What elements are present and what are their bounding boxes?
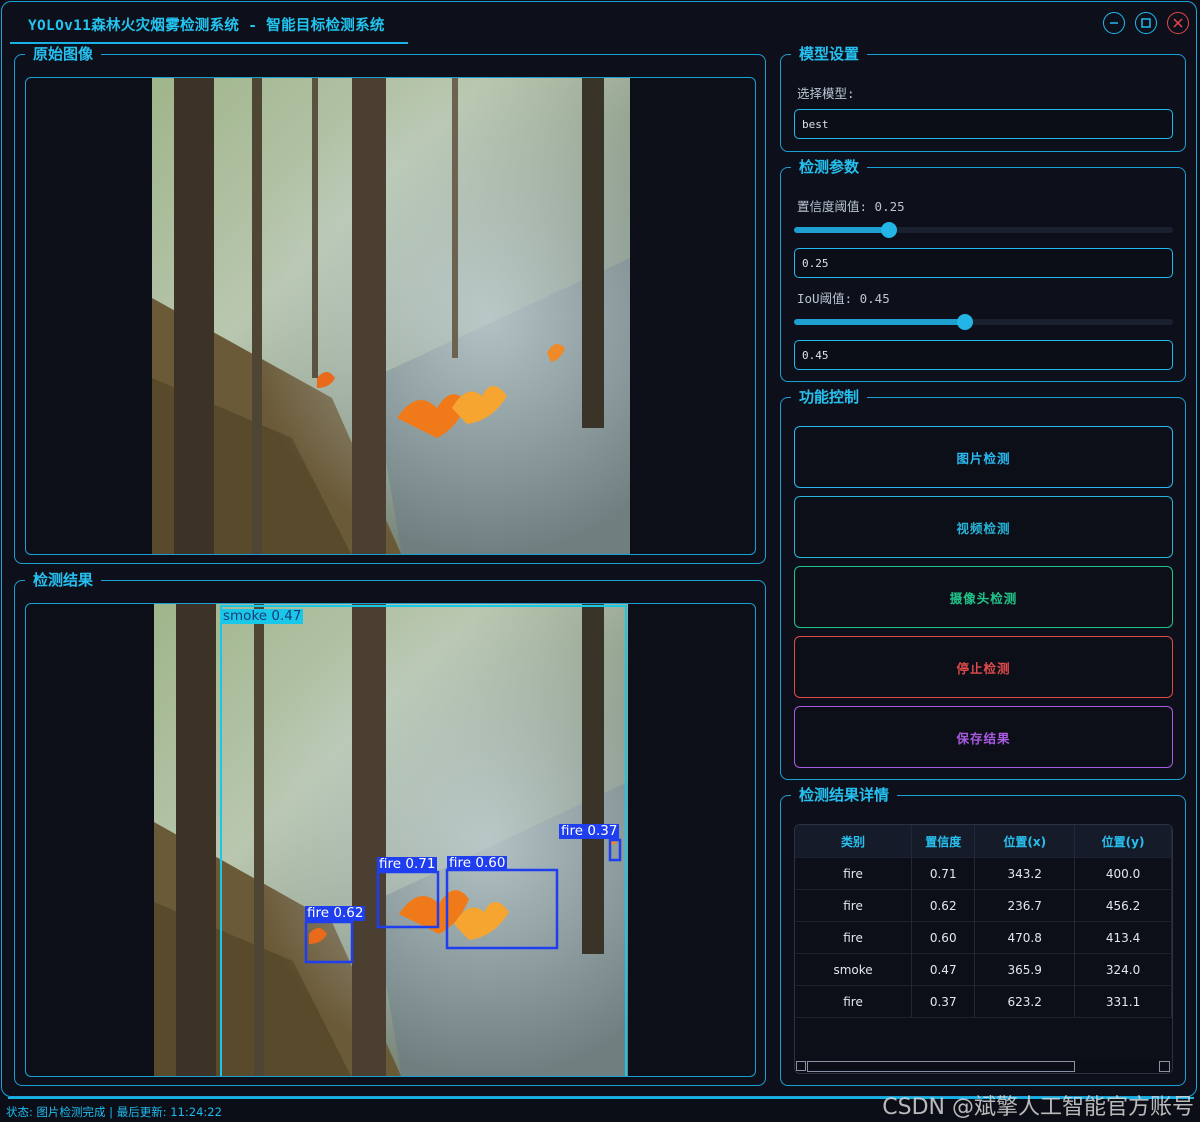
detection-label-fire-060: fire 0.60: [447, 855, 508, 871]
scrollbar-right-arrow[interactable]: [1159, 1061, 1170, 1072]
cell-confidence: 0.62: [911, 889, 976, 922]
iou-slider[interactable]: [794, 314, 1173, 330]
original-image-frame: [25, 77, 756, 555]
function-control-group: 功能控制 图片检测 视频检测 摄像头检测 停止检测 保存结果: [780, 387, 1186, 780]
original-forest-image: [152, 78, 630, 554]
detection-result-group: 检测结果 smoke 0.47 fire 0.71 fire 0.60 fire…: [14, 570, 766, 1086]
result-details-title: 检测结果详情: [791, 785, 898, 805]
cell-x: 623.2: [974, 985, 1076, 1018]
column-header-x[interactable]: 位置(x): [974, 825, 1076, 858]
cell-class: fire: [795, 889, 913, 922]
confidence-input[interactable]: 0.25: [794, 248, 1173, 278]
cell-y: 413.4: [1074, 921, 1172, 954]
model-settings-group: 模型设置 选择模型: best: [780, 44, 1186, 152]
detection-label-fire-062: fire 0.62: [305, 905, 366, 921]
horizontal-scrollbar[interactable]: [795, 1060, 1172, 1073]
camera-detect-button[interactable]: 摄像头检测: [794, 566, 1173, 628]
confidence-slider-handle[interactable]: [880, 222, 897, 238]
table-row[interactable]: fire 0.62 236.7 456.2: [795, 889, 1172, 922]
detection-params-group: 检测参数 置信度阈值: 0.25 0.25 IoU阈值: 0.45 0.45: [780, 157, 1186, 382]
scrollbar-left-arrow[interactable]: [796, 1061, 806, 1071]
result-details-group: 检测结果详情 类别 置信度 位置(x) 位置(y) fire 0.71 343.…: [780, 785, 1186, 1086]
result-forest-image: [154, 604, 628, 1076]
column-header-y[interactable]: 位置(y): [1074, 825, 1172, 858]
maximize-icon: [1141, 18, 1151, 28]
cell-x: 365.9: [974, 953, 1076, 986]
window-title: YOLOv11森林火灾烟雾检测系统 - 智能目标检测系统: [28, 18, 385, 34]
cell-confidence: 0.47: [911, 953, 976, 986]
cell-x: 343.2: [974, 857, 1076, 890]
table-row[interactable]: fire 0.60 470.8 413.4: [795, 921, 1172, 954]
detection-params-title: 检测参数: [791, 157, 868, 177]
detection-result-frame: smoke 0.47 fire 0.71 fire 0.60 fire 0.62…: [25, 603, 756, 1077]
video-detect-button[interactable]: 视频检测: [794, 496, 1173, 558]
cell-class: fire: [795, 985, 913, 1018]
image-detect-button[interactable]: 图片检测: [794, 426, 1173, 488]
result-table: 类别 置信度 位置(x) 位置(y) fire 0.71 343.2 400.0…: [795, 825, 1172, 1018]
cell-confidence: 0.71: [911, 857, 976, 890]
model-settings-title: 模型设置: [791, 44, 868, 64]
confidence-label: 置信度阈值: 0.25: [797, 199, 905, 214]
detection-label-smoke: smoke 0.47: [221, 608, 304, 624]
original-image-title: 原始图像: [25, 44, 102, 64]
model-select[interactable]: best: [794, 109, 1173, 139]
stop-detect-button[interactable]: 停止检测: [794, 636, 1173, 698]
status-bar-text: 状态: 图片检测完成 | 最后更新: 11:24:22: [6, 1105, 222, 1119]
cell-y: 456.2: [1074, 889, 1172, 922]
detection-label-fire-071: fire 0.71: [377, 856, 438, 872]
scrollbar-thumb[interactable]: [807, 1061, 1075, 1072]
minimize-button[interactable]: [1103, 12, 1125, 34]
cell-confidence: 0.60: [911, 921, 976, 954]
cell-class: smoke: [795, 953, 913, 986]
cell-class: fire: [795, 857, 913, 890]
close-icon: [1173, 18, 1183, 28]
confidence-slider[interactable]: [794, 222, 1173, 238]
iou-slider-fill: [794, 319, 965, 325]
table-row[interactable]: fire 0.71 343.2 400.0: [795, 857, 1172, 890]
detection-result-title: 检测结果: [25, 570, 102, 590]
table-row[interactable]: fire 0.37 623.2 331.1: [795, 985, 1172, 1018]
detection-label-fire-037: fire 0.37: [559, 823, 620, 839]
iou-label: IoU阈值: 0.45: [797, 291, 890, 306]
table-header-row: 类别 置信度 位置(x) 位置(y): [795, 825, 1172, 858]
cell-y: 331.1: [1074, 985, 1172, 1018]
cell-x: 470.8: [974, 921, 1076, 954]
cell-x: 236.7: [974, 889, 1076, 922]
save-result-button[interactable]: 保存结果: [794, 706, 1173, 768]
original-image-group: 原始图像: [14, 44, 766, 564]
iou-input[interactable]: 0.45: [794, 340, 1173, 370]
maximize-button[interactable]: [1135, 12, 1157, 34]
title-bar: YOLOv11森林火灾烟雾检测系统 - 智能目标检测系统: [2, 2, 1196, 44]
minimize-icon: [1110, 22, 1118, 24]
cell-class: fire: [795, 921, 913, 954]
watermark-text: CSDN @斌擎人工智能官方账号: [882, 1095, 1194, 1120]
cell-y: 324.0: [1074, 953, 1172, 986]
confidence-slider-fill: [794, 227, 889, 233]
column-header-confidence[interactable]: 置信度: [911, 825, 976, 858]
function-control-title: 功能控制: [791, 387, 868, 407]
cell-y: 400.0: [1074, 857, 1172, 890]
cell-confidence: 0.37: [911, 985, 976, 1018]
table-row[interactable]: smoke 0.47 365.9 324.0: [795, 953, 1172, 986]
iou-slider-handle[interactable]: [956, 314, 973, 330]
result-table-frame: 类别 置信度 位置(x) 位置(y) fire 0.71 343.2 400.0…: [794, 824, 1173, 1074]
select-model-label: 选择模型:: [797, 86, 855, 101]
column-header-class[interactable]: 类别: [795, 825, 913, 858]
close-button[interactable]: [1167, 12, 1189, 34]
